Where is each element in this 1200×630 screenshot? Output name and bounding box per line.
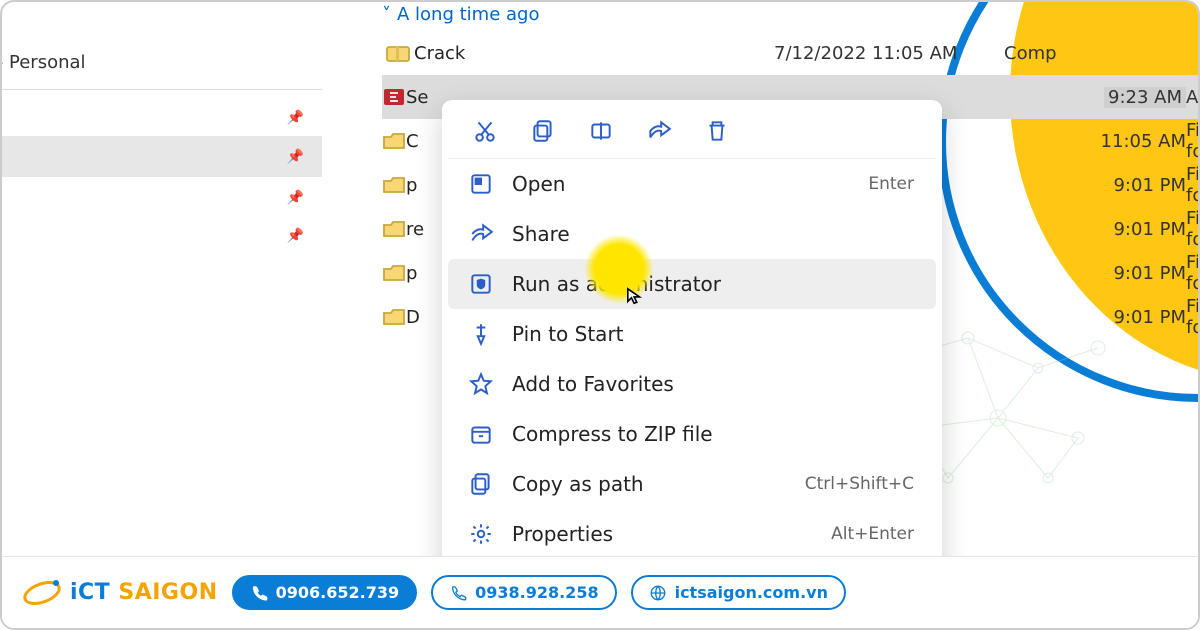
website-pill[interactable]: ictsaigon.com.vn: [631, 575, 846, 610]
sidebar: e - Personal 📌 ds 📌 its 📌 📌: [0, 42, 322, 254]
rename-icon[interactable]: [588, 118, 614, 144]
menu-label: Share: [512, 222, 570, 246]
group-header[interactable]: ˅ A long time ago: [382, 2, 1200, 31]
delete-icon[interactable]: [704, 118, 730, 144]
menu-shortcut: Alt+Enter: [831, 524, 914, 544]
menu-add-favorites[interactable]: Add to Favorites: [448, 359, 936, 409]
pin-icon: [468, 321, 494, 347]
website-url: ictsaigon.com.vn: [675, 583, 828, 602]
file-type: File folder: [1186, 164, 1200, 206]
group-label: A long time ago: [397, 4, 539, 25]
zip-icon: [382, 43, 414, 63]
brand-text: iCT SAIGON: [70, 580, 218, 605]
sidebar-label: e - Personal: [0, 52, 86, 73]
phone-number: 0906.652.739: [276, 583, 399, 602]
file-type: File folder: [1186, 208, 1200, 250]
copy-path-icon: [468, 471, 494, 497]
file-type: Applicat: [1186, 87, 1200, 108]
menu-run-as-administrator[interactable]: Run as administrator: [448, 259, 936, 309]
menu-label: Open: [512, 172, 565, 196]
menu-shortcut: Ctrl+Shift+C: [805, 474, 914, 494]
chevron-down-icon: ˅: [382, 4, 391, 25]
pin-icon: 📌: [287, 110, 304, 126]
open-icon: [468, 171, 494, 197]
menu-copy-as-path[interactable]: Copy as path Ctrl+Shift+C: [448, 459, 936, 509]
cursor-icon: [626, 287, 644, 305]
sidebar-item[interactable]: ds 📌: [0, 136, 322, 177]
menu-label: Copy as path: [512, 472, 644, 496]
sidebar-item[interactable]: 📌: [0, 218, 322, 254]
phone-pill-secondary[interactable]: 0938.928.258: [431, 575, 616, 610]
menu-label: Properties: [512, 522, 613, 546]
share-icon[interactable]: [646, 118, 672, 144]
pin-icon: 📌: [287, 228, 304, 244]
context-toolbar: [448, 108, 936, 159]
cut-icon[interactable]: [472, 118, 498, 144]
brand-logo: iCT SAIGON: [20, 571, 218, 615]
shield-icon: [468, 271, 494, 297]
footer-bar: iCT SAIGON 0906.652.739 0938.928.258 ict…: [2, 556, 1198, 628]
sidebar-label: ds: [0, 146, 1, 167]
properties-icon: [468, 521, 494, 547]
file-type: File folder: [1186, 120, 1200, 162]
folder-icon: [382, 131, 406, 151]
menu-label: Compress to ZIP file: [512, 422, 713, 446]
sidebar-item[interactable]: its 📌: [0, 177, 322, 218]
menu-open[interactable]: Open Enter: [448, 159, 936, 209]
archive-icon: [468, 421, 494, 447]
context-menu: Open Enter Share Run as administrator Pi…: [442, 100, 942, 617]
exe-icon: [382, 87, 406, 107]
menu-label: Add to Favorites: [512, 372, 674, 396]
file-row[interactable]: Crack 7/12/2022 11:05 AM Comp: [382, 31, 1200, 75]
share-icon: [468, 221, 494, 247]
copy-icon[interactable]: [530, 118, 556, 144]
sidebar-item[interactable]: e - Personal: [0, 42, 322, 83]
menu-shortcut: Enter: [868, 174, 914, 194]
file-type: File folder: [1186, 252, 1200, 294]
phone-pill-primary[interactable]: 0906.652.739: [232, 575, 417, 610]
folder-icon: [382, 307, 406, 327]
folder-icon: [382, 175, 406, 195]
pin-icon: 📌: [287, 149, 304, 165]
folder-icon: [382, 219, 406, 239]
menu-share[interactable]: Share: [448, 209, 936, 259]
sidebar-label: its: [0, 187, 1, 208]
menu-compress-zip[interactable]: Compress to ZIP file: [448, 409, 936, 459]
star-icon: [468, 371, 494, 397]
pin-icon: 📌: [287, 190, 304, 206]
menu-properties[interactable]: Properties Alt+Enter: [448, 509, 936, 559]
file-type: Comp: [1004, 43, 1057, 64]
menu-pin-to-start[interactable]: Pin to Start: [448, 309, 936, 359]
sidebar-item[interactable]: 📌: [0, 100, 322, 136]
folder-icon: [382, 263, 406, 283]
menu-label: Pin to Start: [512, 322, 624, 346]
phone-number: 0938.928.258: [475, 583, 598, 602]
file-type: File folder: [1186, 296, 1200, 338]
file-name: Crack: [414, 43, 774, 64]
file-date: 7/12/2022 11:05 AM: [774, 43, 1004, 64]
